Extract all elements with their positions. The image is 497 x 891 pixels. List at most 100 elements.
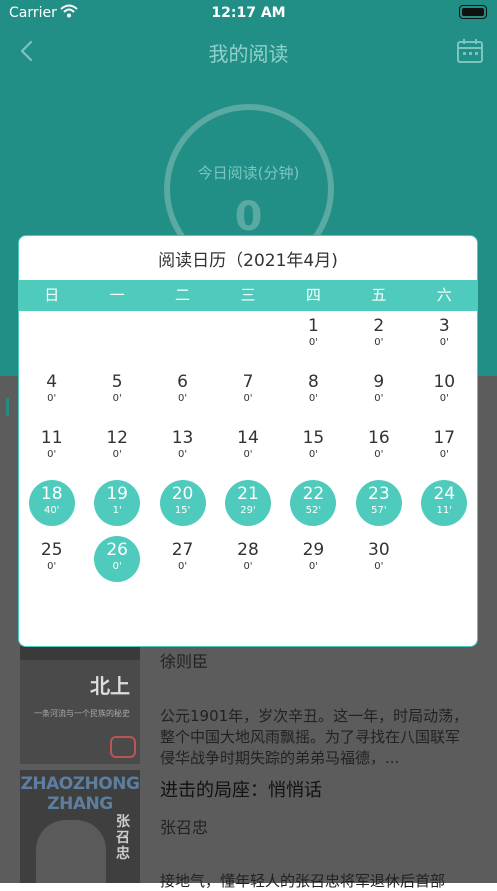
calendar-day[interactable]: 15 0'	[290, 424, 336, 470]
calendar-day[interactable]: 14 0'	[225, 424, 271, 470]
day-number: 2	[373, 316, 385, 336]
day-reading-minutes: 0'	[47, 561, 57, 572]
cover-emblem	[110, 736, 136, 758]
day-reading-minutes: 52'	[305, 505, 322, 516]
day-number: 18	[40, 484, 63, 504]
weekday-label: 五	[371, 286, 387, 304]
day-number: 19	[106, 484, 128, 504]
status-bar: Carrier 12:17 AM	[0, 0, 497, 26]
day-reading-minutes: 0'	[47, 393, 57, 404]
calendar-day[interactable]: 4 0'	[29, 368, 75, 414]
calendar-week-row: 25 0' 26 0' 27 0' 28 0' 29 0' 30 0'	[19, 536, 477, 592]
today-reading-value: 0	[234, 194, 263, 240]
calendar-day[interactable]: 23 57'	[355, 480, 402, 526]
day-reading-minutes: 0'	[243, 449, 253, 460]
day-reading-minutes: 0'	[178, 561, 188, 572]
day-reading-minutes: 0'	[178, 449, 188, 460]
calendar-day[interactable]: 6 0'	[160, 368, 206, 414]
weekday-label: 六	[436, 286, 452, 304]
day-reading-minutes: 0'	[439, 449, 449, 460]
day-number: 8	[308, 372, 319, 392]
calendar-day[interactable]: 2 0'	[356, 312, 402, 358]
cover-author-name: 张召忠	[116, 814, 130, 862]
cover-title: ZHAOZHONG ZHANG	[20, 774, 140, 814]
day-number: 27	[171, 540, 194, 560]
day-number: 11	[40, 428, 63, 448]
day-reading-minutes: 0'	[308, 449, 318, 460]
calendar-week-row: 11 0' 12 0' 13 0' 14 0' 15 0' 16 0' 17 0'	[19, 424, 477, 480]
calendar-day[interactable]: 10 0'	[421, 368, 467, 414]
day-number: 17	[433, 428, 456, 448]
book-title[interactable]: 进击的局座：悄悄话	[160, 776, 322, 802]
calendar-day[interactable]: 16 0'	[356, 424, 402, 470]
calendar-day[interactable]: 1 0'	[290, 312, 336, 358]
calendar-day[interactable]: 22 52'	[290, 480, 337, 526]
day-reading-minutes: 0'	[439, 393, 449, 404]
calendar-icon[interactable]	[456, 38, 484, 64]
day-number: 1	[308, 316, 319, 336]
section-accent-bar	[6, 398, 9, 416]
day-reading-minutes: 0'	[178, 393, 188, 404]
calendar-day[interactable]: 26 0'	[94, 536, 141, 582]
weekday-label: 日	[44, 286, 60, 304]
calendar-day[interactable]: 27 0'	[160, 536, 206, 582]
calendar-day[interactable]: 19 1'	[94, 480, 141, 526]
calendar-day[interactable]: 21 29'	[225, 480, 271, 526]
battery-icon	[459, 5, 487, 19]
day-number: 24	[433, 484, 456, 504]
weekday-header: 日 一 二 三 四 五 六	[19, 280, 477, 311]
calendar-day[interactable]: 18 40'	[28, 480, 75, 526]
calendar-day[interactable]: 29 0'	[290, 536, 336, 582]
calendar-day[interactable]: 24 11'	[421, 480, 468, 526]
weekday-label: 二	[175, 286, 191, 304]
day-number: 21	[237, 484, 259, 504]
day-number: 12	[106, 428, 128, 448]
calendar-day[interactable]: 12 0'	[94, 424, 140, 470]
day-number: 14	[237, 428, 259, 448]
book-author: 徐则臣	[160, 652, 209, 671]
calendar-day[interactable]: 8 0'	[290, 368, 336, 414]
calendar-day[interactable]: 13 0'	[160, 424, 206, 470]
calendar-day[interactable]: 5 0'	[94, 368, 140, 414]
day-number: 5	[111, 372, 123, 392]
weekday-label: 四	[305, 286, 321, 304]
cover-subtitle: 一条河流与一个民族的秘史	[34, 709, 130, 718]
day-reading-minutes: 0'	[374, 449, 384, 460]
day-number: 9	[373, 372, 385, 392]
book-description: 接地气，懂年轻人的张召忠将军退休后首部	[160, 872, 446, 890]
cover-portrait	[36, 820, 106, 883]
day-reading-minutes: 0'	[243, 393, 253, 404]
day-reading-minutes: 29'	[240, 505, 256, 516]
book-author: 张召忠	[160, 818, 209, 837]
book-cover[interactable]: 北上 一条河流与一个民族的秘史	[20, 646, 140, 764]
calendar-day[interactable]: 25 0'	[29, 536, 75, 582]
day-number: 15	[302, 428, 325, 448]
day-reading-minutes: 0'	[47, 449, 57, 460]
day-number: 16	[368, 428, 390, 448]
reading-calendar-modal: 阅读日历（2021年4月) 日 一 二 三 四 五 六 1 0' 2 0' 3 0' 4 0'…	[18, 235, 478, 647]
calendar-day[interactable]: 20 15'	[159, 480, 206, 526]
book-cover[interactable]: ZHAOZHONG ZHANG 张召忠	[20, 770, 140, 883]
day-reading-minutes: 0'	[374, 561, 384, 572]
day-reading-minutes: 15'	[174, 505, 191, 516]
calendar-day[interactable]: 30 0'	[356, 536, 402, 582]
day-number: 23	[368, 484, 390, 504]
day-reading-minutes: 0'	[112, 393, 122, 404]
day-reading-minutes: 0'	[374, 337, 384, 348]
calendar-day[interactable]: 28 0'	[225, 536, 271, 582]
calendar-day[interactable]: 11 0'	[29, 424, 75, 470]
day-reading-minutes: 0'	[439, 337, 449, 348]
calendar-day[interactable]: 3 0'	[421, 312, 467, 358]
calendar-week-row: 1 0' 2 0' 3 0'	[19, 312, 477, 368]
day-number: 22	[302, 484, 325, 504]
day-reading-minutes: 0'	[308, 337, 318, 348]
day-number: 20	[171, 484, 194, 504]
day-number: 4	[46, 372, 58, 392]
day-number: 6	[177, 372, 188, 392]
calendar-day[interactable]: 7 0'	[225, 368, 271, 414]
day-number: 7	[242, 372, 254, 392]
page-title: 我的阅读	[208, 42, 289, 66]
calendar-day[interactable]: 9 0'	[356, 368, 402, 414]
day-reading-minutes: 0'	[112, 561, 122, 572]
calendar-day[interactable]: 17 0'	[421, 424, 467, 470]
